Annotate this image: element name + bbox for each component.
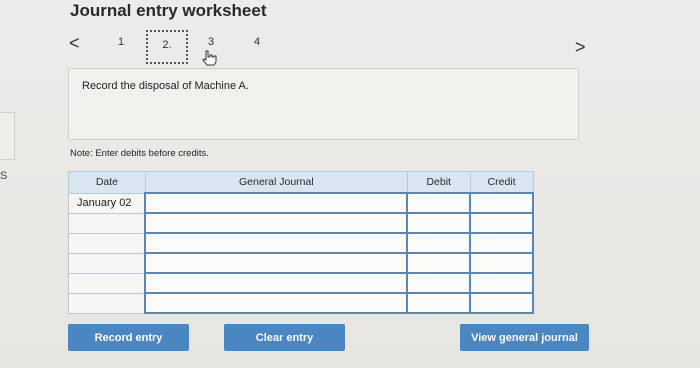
- account-input[interactable]: [144, 272, 409, 294]
- instruction-text: Record the disposal of Machine A.: [82, 80, 249, 92]
- table-row: [68, 292, 534, 314]
- debit-input[interactable]: [406, 252, 472, 274]
- credit-input[interactable]: [469, 192, 534, 214]
- prev-page-button[interactable]: <: [69, 33, 80, 54]
- credit-input[interactable]: [469, 212, 534, 234]
- date-cell: January 02: [68, 192, 146, 214]
- credit-input[interactable]: [469, 252, 534, 274]
- debit-input[interactable]: [406, 272, 472, 294]
- account-input[interactable]: [144, 232, 409, 254]
- page-title: Journal entry worksheet: [70, 1, 267, 20]
- page-tab-1[interactable]: 1: [118, 36, 124, 48]
- page-tab-2-current[interactable]: 2.: [146, 30, 188, 64]
- date-cell: [68, 272, 146, 294]
- table-row: January 02: [68, 192, 534, 214]
- journal-header-row: Date General Journal Debit Credit: [68, 171, 534, 194]
- instruction-box: [68, 68, 579, 140]
- note-text: Note: Enter debits before credits.: [70, 148, 209, 159]
- date-header: Date: [68, 171, 146, 194]
- left-edge-glyph: S: [0, 170, 8, 182]
- left-panel-edge: [0, 112, 15, 160]
- page-tab-4[interactable]: 4: [254, 36, 260, 48]
- credit-input[interactable]: [469, 272, 534, 294]
- debit-input[interactable]: [406, 292, 472, 314]
- debit-header: Debit: [406, 171, 471, 194]
- journal-table: Date General Journal Debit Credit Januar…: [68, 171, 534, 314]
- table-row: [68, 272, 534, 294]
- account-input[interactable]: [144, 212, 409, 234]
- date-cell: [68, 252, 146, 274]
- view-general-journal-button[interactable]: View general journal: [460, 324, 589, 351]
- debit-input[interactable]: [406, 232, 472, 254]
- table-row: [68, 232, 534, 254]
- next-page-button[interactable]: >: [575, 37, 586, 58]
- record-entry-button[interactable]: Record entry: [68, 324, 189, 351]
- date-cell: [68, 232, 146, 254]
- table-row: [68, 252, 534, 274]
- credit-input[interactable]: [469, 292, 534, 314]
- date-cell: [68, 292, 146, 314]
- account-input[interactable]: [144, 252, 409, 274]
- clear-entry-button[interactable]: Clear entry: [224, 324, 345, 351]
- hand-pointer-icon: [202, 50, 217, 66]
- account-input[interactable]: [144, 192, 409, 214]
- page-tab-3[interactable]: 3: [208, 36, 214, 48]
- credit-header: Credit: [469, 171, 534, 194]
- date-cell: [68, 212, 146, 234]
- worksheet-page: S Journal entry worksheet < 1 2. 3 4 > R…: [0, 0, 700, 368]
- debit-input[interactable]: [406, 212, 472, 234]
- table-row: [68, 212, 534, 234]
- general-journal-header: General Journal: [144, 171, 408, 194]
- account-input[interactable]: [144, 292, 409, 314]
- credit-input[interactable]: [469, 232, 534, 254]
- debit-input[interactable]: [406, 192, 472, 214]
